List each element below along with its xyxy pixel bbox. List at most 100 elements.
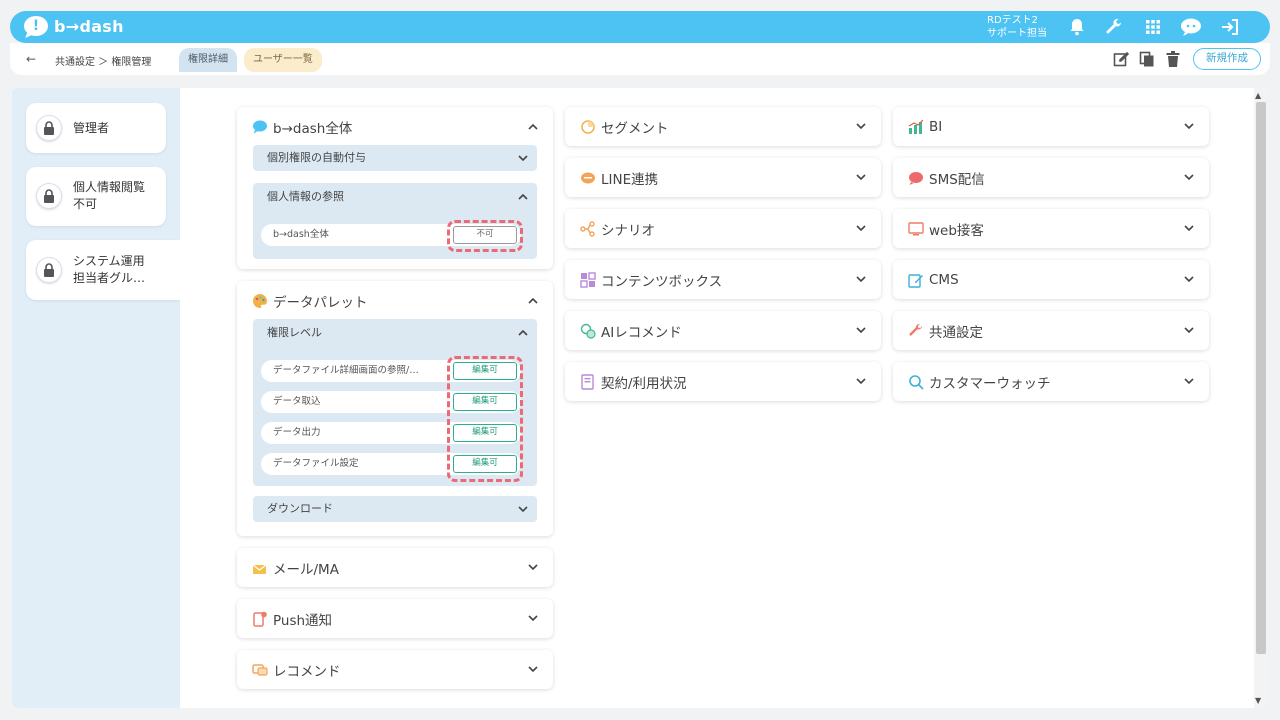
sidebar-label-line2: 担当者グル…	[73, 271, 146, 285]
chevron-down-icon[interactable]	[527, 612, 539, 624]
chevron-down-icon[interactable]	[855, 222, 867, 234]
sidebar-label-line1: 個人情報閲覧	[73, 180, 146, 194]
chat-bot-icon[interactable]	[1180, 16, 1202, 38]
card-header: Push通知	[251, 599, 332, 638]
card-content-box[interactable]: コンテンツボックス	[565, 260, 881, 299]
trash-icon[interactable]	[1164, 51, 1182, 69]
card-title: 契約/利用状況	[601, 375, 687, 392]
ai-recommend-icon	[579, 322, 597, 340]
magnifier-icon	[907, 373, 925, 391]
card-recommend[interactable]: レコメンド	[237, 650, 553, 689]
chevron-up-icon[interactable]	[517, 327, 529, 339]
palette-icon	[251, 292, 269, 310]
card-ai-recommend[interactable]: AIレコメンド	[565, 311, 881, 350]
card-title: レコメンド	[273, 663, 341, 680]
lock-icon	[36, 115, 62, 141]
edit-icon[interactable]	[1112, 51, 1130, 69]
card-cms[interactable]: CMS	[893, 260, 1209, 299]
chevron-down-icon[interactable]	[855, 120, 867, 132]
card-header: セグメント	[579, 107, 669, 146]
web-service-icon	[907, 220, 925, 238]
card-header: SMS配信	[907, 158, 985, 197]
chevron-down-icon[interactable]	[855, 324, 867, 336]
chevron-down-icon[interactable]	[1183, 324, 1195, 336]
scrollbar-thumb[interactable]	[1256, 102, 1266, 654]
user-company: RDテスト2	[987, 15, 1039, 26]
card-customer-watch[interactable]: カスタマーウォッチ	[893, 362, 1209, 401]
scroll-down-arrow-icon[interactable]: ▼	[1255, 696, 1261, 705]
subsection-download[interactable]: ダウンロード	[253, 496, 537, 522]
card-contract[interactable]: 契約/利用状況	[565, 362, 881, 401]
lock-icon	[36, 257, 62, 283]
push-notification-icon	[251, 610, 269, 628]
settings-icon	[907, 322, 925, 340]
copy-icon[interactable]	[1138, 51, 1156, 69]
card-title: b→dash全体	[273, 121, 353, 137]
sidebar-item-system-ops[interactable]: システム運用 担当者グル…	[26, 240, 180, 300]
card-title: LINE連携	[601, 171, 659, 188]
tab-permission-detail[interactable]: 権限詳細	[179, 48, 237, 72]
card-header: BI	[907, 107, 942, 146]
lock-icon	[36, 183, 62, 209]
card-common-settings[interactable]: 共通設定	[893, 311, 1209, 350]
user-info[interactable]: RDテスト2 サポート担当	[987, 14, 1047, 40]
card-title: シナリオ	[601, 222, 655, 239]
card-title: web接客	[929, 222, 984, 239]
card-mail-ma[interactable]: メール/MA	[237, 548, 553, 587]
card-header: CMS	[907, 260, 959, 299]
card-line[interactable]: LINE連携	[565, 158, 881, 197]
card-header: 共通設定	[907, 311, 983, 350]
subsection-title: 個人情報の参照	[267, 190, 344, 203]
sidebar-item-personal-info[interactable]: 個人情報閲覧 不可	[26, 167, 166, 226]
card-sms[interactable]: SMS配信	[893, 158, 1209, 197]
card-header: コンテンツボックス	[579, 260, 722, 299]
sidebar-item-label: 管理者	[73, 121, 110, 135]
sidebar-item-admin[interactable]: 管理者	[26, 103, 166, 153]
chevron-down-icon[interactable]	[1183, 171, 1195, 183]
chevron-down-icon[interactable]	[527, 561, 539, 573]
logout-icon[interactable]	[1219, 16, 1241, 38]
chevron-up-icon[interactable]	[527, 121, 539, 133]
top-bar: ! b→dash RDテスト2 サポート担当	[10, 11, 1270, 43]
subsection-auto-grant[interactable]: 個別権限の自動付与	[253, 145, 537, 171]
card-header: 契約/利用状況	[579, 362, 687, 401]
tab-user-list[interactable]: ユーザー一覧	[244, 48, 322, 72]
chevron-up-icon[interactable]	[527, 295, 539, 307]
chevron-down-icon[interactable]	[855, 375, 867, 387]
card-header[interactable]: b→dash全体	[251, 107, 352, 147]
chevron-down-icon[interactable]	[1183, 273, 1195, 285]
card-push[interactable]: Push通知	[237, 599, 553, 638]
sidebar-label-line2: 不可	[73, 197, 98, 211]
app-logo[interactable]: ! b→dash	[24, 16, 124, 36]
chevron-up-icon[interactable]	[517, 191, 529, 203]
card-segment[interactable]: セグメント	[565, 107, 881, 146]
chevron-down-icon[interactable]	[1183, 222, 1195, 234]
card-header[interactable]: データパレット	[251, 281, 368, 321]
chevron-down-icon[interactable]	[855, 273, 867, 285]
logo-bubble-icon: !	[24, 16, 48, 36]
card-title: SMS配信	[929, 171, 985, 188]
card-scenario[interactable]: シナリオ	[565, 209, 881, 248]
subsection-title: 権限レベル	[267, 326, 322, 339]
scroll-up-arrow-icon[interactable]: ▲	[1255, 91, 1261, 100]
chevron-down-icon[interactable]	[517, 503, 529, 515]
chevron-down-icon[interactable]	[527, 663, 539, 675]
card-header: メール/MA	[251, 548, 339, 587]
sidebar-label-line1: システム運用	[73, 254, 145, 268]
card-title: CMS	[929, 271, 959, 288]
chevron-down-icon[interactable]	[855, 171, 867, 183]
back-arrow-icon[interactable]: ←	[26, 52, 36, 66]
chevron-down-icon[interactable]	[1183, 120, 1195, 132]
wrench-icon[interactable]	[1103, 16, 1125, 38]
create-new-button[interactable]: 新規作成	[1193, 48, 1261, 70]
card-web-service[interactable]: web接客	[893, 209, 1209, 248]
bell-icon[interactable]	[1066, 16, 1088, 38]
chevron-down-icon[interactable]	[517, 152, 529, 164]
grid-icon[interactable]	[1142, 16, 1164, 38]
breadcrumb[interactable]: 共通設定 ＞ 権限管理	[55, 53, 151, 68]
sidebar-item-label: システム運用 担当者グル…	[73, 253, 145, 287]
permission-label: データ出力	[273, 427, 321, 438]
card-bi[interactable]: BI	[893, 107, 1209, 146]
chevron-down-icon[interactable]	[1183, 375, 1195, 387]
content-box-icon	[579, 271, 597, 289]
